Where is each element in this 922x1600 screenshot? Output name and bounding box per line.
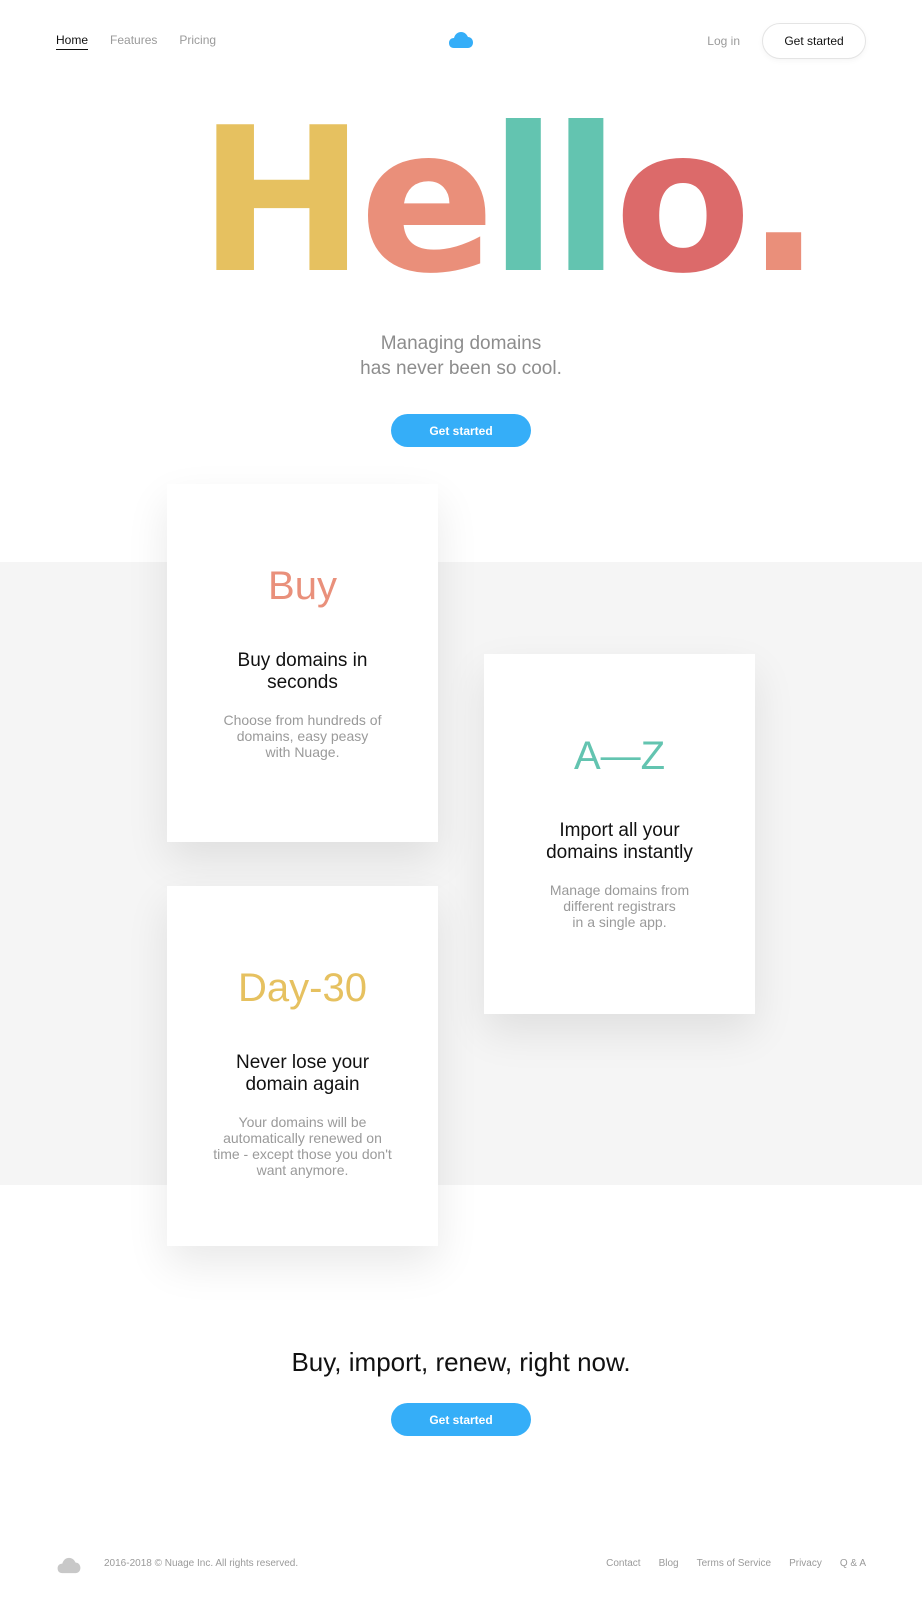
hero-letter-dot: .	[745, 85, 822, 318]
nav-link-pricing[interactable]: Pricing	[179, 33, 216, 50]
hero-letter-o: o	[614, 85, 751, 318]
hero-get-started-button[interactable]: Get started	[391, 414, 531, 447]
card-buy-text-line: domains, easy peasy	[236, 728, 369, 744]
card-buy-description: Choose from hundreds of domains, easy pe…	[167, 712, 438, 760]
card-import-title-line1: Import all your	[559, 820, 680, 841]
card-renew-text-line: want anymore.	[256, 1162, 349, 1178]
card-import-text-line: different registrars	[563, 898, 676, 914]
nav-links: Home Features Pricing	[56, 33, 216, 50]
card-import-text-line: Manage domains from	[549, 882, 690, 898]
footer-link-contact[interactable]: Contact	[606, 1558, 640, 1569]
feature-card-renew: Day-30 Never lose your domain again Your…	[167, 886, 438, 1246]
hero-letter-e: e	[359, 85, 495, 318]
features-band	[0, 562, 922, 1185]
feature-card-buy: Buy Buy domains in seconds Choose from h…	[167, 484, 438, 842]
cloud-icon	[57, 1557, 81, 1574]
card-renew-text-line: Your domains will be	[238, 1114, 367, 1130]
card-renew-heading: Day-30	[238, 966, 367, 1010]
card-renew-title: Never lose your domain again	[167, 1052, 438, 1096]
card-import-title: Import all your domains instantly	[484, 820, 755, 864]
cloud-icon[interactable]	[448, 30, 474, 50]
hero-letter-l2: l	[551, 85, 621, 318]
copyright-text: 2016-2018 © Nuage Inc. All rights reserv…	[104, 1558, 299, 1569]
card-renew-title-line2: domain again	[245, 1074, 360, 1095]
footer-link-terms[interactable]: Terms of Service	[697, 1558, 771, 1569]
card-buy-title: Buy domains in seconds	[167, 650, 438, 694]
top-navigation: Home Features Pricing Log in Get started	[0, 0, 922, 82]
hero-subtitle: Managing domains has never been so cool.	[0, 331, 922, 381]
card-buy-text-line: Choose from hundreds of	[223, 712, 382, 728]
cta-heading: Buy, import, renew, right now.	[291, 1347, 631, 1377]
footer-links: Contact Blog Terms of Service Privacy Q …	[606, 1558, 866, 1569]
card-buy-heading: Buy	[268, 564, 337, 608]
nav-link-features[interactable]: Features	[110, 33, 157, 50]
feature-card-import: A—Z Import all your domains instantly Ma…	[484, 654, 755, 1014]
hero-subtitle-line1: Managing domains	[380, 333, 542, 354]
card-import-title-line2: domains instantly	[546, 842, 693, 863]
login-link[interactable]: Log in	[707, 34, 740, 48]
card-renew-text-line: time - except those you don't	[213, 1146, 392, 1162]
card-renew-text-line: automatically renewed on	[223, 1130, 382, 1146]
footer-link-blog[interactable]: Blog	[659, 1558, 679, 1569]
hero-letter-l1: l	[489, 85, 558, 318]
hero-hello-heading: H e l l o .	[198, 85, 822, 318]
footer-link-qa[interactable]: Q & A	[840, 1558, 866, 1569]
card-import-heading: A—Z	[573, 734, 666, 778]
cta-get-started-button[interactable]: Get started	[391, 1403, 531, 1436]
card-buy-title-line2: seconds	[267, 672, 338, 693]
nav-get-started-button[interactable]: Get started	[762, 23, 866, 59]
card-buy-title-line1: Buy domains in	[237, 650, 368, 671]
hero-letter-h: H	[198, 85, 365, 318]
card-import-text-line: in a single app.	[572, 914, 667, 930]
card-renew-description: Your domains will be automatically renew…	[167, 1114, 438, 1178]
footer-link-privacy[interactable]: Privacy	[789, 1558, 822, 1569]
nav-actions: Log in Get started	[707, 23, 866, 59]
hero-subtitle-line2: has never been so cool.	[360, 358, 562, 379]
card-buy-text-line: with Nuage.	[265, 744, 340, 760]
nav-link-home[interactable]: Home	[56, 33, 89, 50]
card-renew-title-line1: Never lose your	[235, 1052, 370, 1073]
card-import-description: Manage domains from different registrars…	[484, 882, 755, 930]
